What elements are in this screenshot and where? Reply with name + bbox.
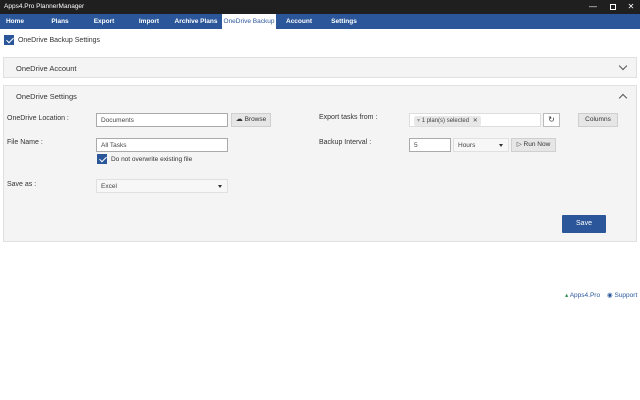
chip-dot-icon: ▾: [417, 118, 421, 124]
chevron-down-icon[interactable]: [618, 61, 628, 71]
run-now-button[interactable]: ▷ Run Now: [511, 138, 556, 152]
run-now-label: Run Now: [523, 141, 551, 148]
browse-label: Browse: [244, 116, 267, 123]
refresh-button[interactable]: ↻: [543, 113, 560, 127]
onedrive-account-title: OneDrive Account: [16, 64, 77, 73]
columns-label: Columns: [585, 116, 611, 123]
support-icon: ◉: [607, 292, 613, 299]
chevron-up-icon[interactable]: [618, 93, 628, 103]
pro-badge: Pro: [192, 31, 200, 36]
location-value: Documents: [101, 117, 134, 124]
dropdown-arrow-icon: [499, 144, 503, 147]
tab-onedrive-backup[interactable]: OneDrive Backup: [222, 14, 276, 29]
cloud-icon: ☁: [235, 116, 243, 123]
save-as-select[interactable]: Excel: [96, 179, 228, 193]
footer-support-link[interactable]: ◉ Support: [607, 291, 637, 299]
tab-home[interactable]: Home: [0, 14, 30, 29]
brand-icon: ▴: [565, 292, 569, 299]
minimize-icon[interactable]: —: [584, 1, 602, 13]
onedrive-settings-title: OneDrive Settings: [16, 92, 77, 101]
tab-archive-plans[interactable]: Archive Plans Pro: [170, 14, 222, 36]
close-icon[interactable]: ✕: [622, 1, 640, 13]
location-input[interactable]: Documents: [96, 113, 228, 127]
export-from-label: Export tasks from :: [319, 114, 378, 121]
checkbox-checked-icon[interactable]: [4, 35, 14, 45]
save-button[interactable]: Save: [562, 215, 606, 233]
interval-value: 5: [414, 142, 418, 149]
selected-plans-text: 1 plan(s) selected: [421, 118, 470, 124]
remove-icon[interactable]: ✕: [473, 118, 478, 124]
title-bar: Apps4.Pro PlannerManager — ✕: [0, 0, 640, 14]
interval-input[interactable]: 5: [409, 138, 451, 152]
file-name-label: File Name :: [7, 139, 43, 146]
save-as-value: Excel: [101, 183, 117, 190]
tab-plans[interactable]: Plans: [40, 14, 80, 29]
onedrive-settings-header[interactable]: OneDrive Settings: [4, 86, 636, 107]
plan-multiselect[interactable]: ▾ 1 plan(s) selected ✕: [409, 113, 541, 127]
footer-support-text: Support: [614, 292, 638, 299]
footer-brand-link[interactable]: ▴ Apps4.Pro: [565, 291, 600, 299]
no-overwrite-toggle[interactable]: Do not overwrite existing file: [97, 154, 192, 164]
save-as-label: Save as :: [7, 181, 37, 188]
maximize-icon[interactable]: [604, 1, 622, 13]
backup-settings-toggle[interactable]: OneDrive Backup Settings: [4, 35, 100, 45]
play-icon: ▷: [516, 141, 522, 148]
tab-settings[interactable]: Settings: [325, 14, 363, 29]
tab-account[interactable]: Account: [280, 14, 318, 29]
onedrive-account-panel: OneDrive Account: [3, 57, 637, 78]
refresh-icon: ↻: [548, 115, 555, 124]
backup-settings-label: OneDrive Backup Settings: [17, 36, 101, 44]
tab-import[interactable]: Import: [130, 14, 168, 29]
selected-plans-chip: ▾ 1 plan(s) selected ✕: [414, 116, 481, 126]
file-name-value: All Tasks: [101, 142, 127, 149]
footer-brand-text: Apps4.Pro: [569, 292, 601, 299]
main-menu: Home Plans Export Import Archive Plans P…: [0, 14, 640, 36]
location-label: OneDrive Location :: [7, 115, 69, 122]
save-label: Save: [576, 220, 592, 227]
window-title: Apps4.Pro PlannerManager: [4, 3, 85, 10]
dropdown-arrow-icon: [218, 185, 222, 188]
file-name-input[interactable]: All Tasks: [96, 138, 228, 152]
tab-export[interactable]: Export: [85, 14, 123, 29]
browse-button[interactable]: ☁ Browse: [231, 113, 271, 127]
interval-label: Backup Interval :: [319, 139, 372, 146]
interval-unit-select[interactable]: Hours: [453, 138, 509, 152]
onedrive-account-header[interactable]: OneDrive Account: [4, 58, 636, 79]
interval-unit-value: Hours: [458, 142, 476, 149]
checkbox-checked-icon[interactable]: [97, 154, 107, 164]
columns-button[interactable]: Columns: [578, 113, 618, 127]
no-overwrite-label: Do not overwrite existing file: [110, 155, 193, 163]
